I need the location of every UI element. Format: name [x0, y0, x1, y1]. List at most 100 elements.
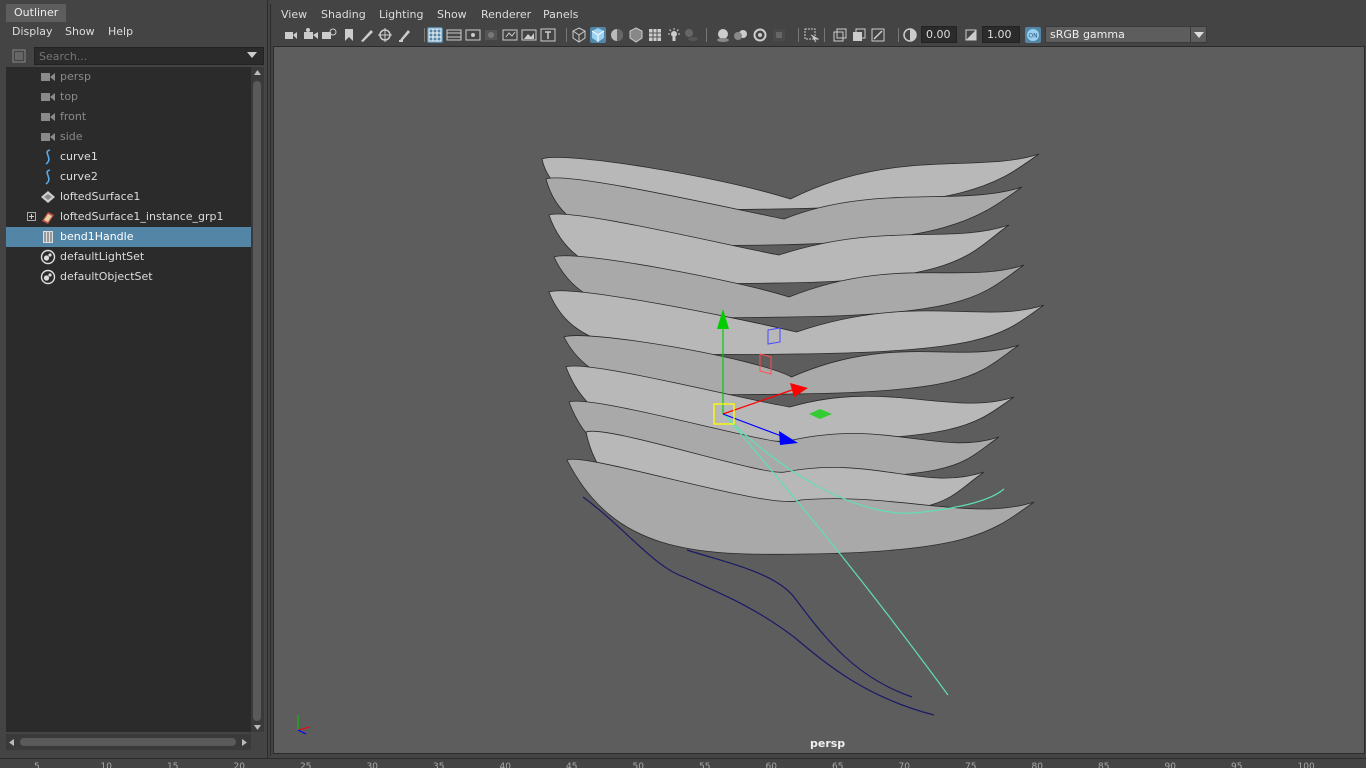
camera-attributes-icon[interactable]	[303, 27, 319, 43]
time-tick-label: 10	[100, 762, 112, 768]
xray-active-icon[interactable]	[851, 27, 867, 43]
gamma-field[interactable]: 1.00	[982, 26, 1020, 43]
group-icon	[40, 209, 56, 225]
scroll-left-icon[interactable]	[8, 738, 16, 747]
menu-show[interactable]: Show	[65, 25, 95, 38]
expand-icon[interactable]	[27, 212, 36, 221]
time-tick-label: 25	[300, 762, 312, 768]
chevron-down-icon[interactable]	[247, 52, 257, 58]
camera-icon	[40, 129, 56, 145]
list-item-label: front	[60, 110, 87, 123]
set-icon	[40, 269, 56, 285]
menu-help[interactable]: Help	[108, 25, 133, 38]
time-tick-label: 45	[566, 762, 578, 768]
lofted-surfaces[interactable]	[541, 153, 1045, 555]
menu-lighting[interactable]: Lighting	[379, 8, 423, 21]
vertical-scrollbar[interactable]	[251, 67, 264, 732]
menu-shading[interactable]: Shading	[321, 8, 366, 21]
time-tick-label: 55	[699, 762, 711, 768]
scrollbar-thumb[interactable]	[253, 81, 261, 721]
list-item[interactable]: top	[6, 87, 251, 107]
time-tick-label: 95	[1231, 762, 1243, 768]
list-item-label: loftedSurface1_instance_grp1	[60, 210, 224, 223]
menu-view[interactable]: View	[281, 8, 307, 21]
list-item[interactable]: side	[6, 127, 251, 147]
scroll-up-icon[interactable]	[253, 69, 262, 77]
list-item[interactable]: front	[6, 107, 251, 127]
bookmarks-icon[interactable]	[321, 27, 337, 43]
xray-joints-icon[interactable]	[870, 27, 886, 43]
list-item-label: side	[60, 130, 83, 143]
grid-icon[interactable]	[427, 27, 443, 43]
scrollbar-thumb[interactable]	[20, 738, 236, 746]
exposure-icon[interactable]	[902, 27, 918, 43]
time-tick-label: 30	[366, 762, 378, 768]
menu-renderer[interactable]: Renderer	[481, 8, 531, 21]
safe-title-icon[interactable]	[540, 27, 556, 43]
wireframe-on-shaded-icon[interactable]	[628, 27, 644, 43]
use-all-lights-icon[interactable]	[666, 27, 682, 43]
search-input[interactable]	[34, 47, 264, 65]
color-space-select[interactable]: sRGB gamma	[1045, 26, 1207, 43]
2d-pan-zoom-icon[interactable]	[377, 27, 393, 43]
time-tick-label: 80	[1031, 762, 1043, 768]
grease-pencil-icon[interactable]	[359, 27, 375, 43]
outliner-tab[interactable]: Outliner	[6, 4, 66, 22]
select-camera-icon[interactable]	[283, 27, 299, 43]
list-item[interactable]: defaultObjectSet	[6, 267, 251, 287]
scene-canvas[interactable]	[274, 47, 1366, 755]
wireframe-icon[interactable]	[571, 27, 587, 43]
color-management-icon[interactable]: ON	[1025, 27, 1041, 43]
list-item[interactable]: loftedSurface1_instance_grp1	[6, 207, 251, 227]
default-material-icon[interactable]	[609, 27, 625, 43]
nurbs-curve-icon	[40, 149, 56, 165]
shadows-icon[interactable]	[683, 27, 699, 43]
image-plane-icon[interactable]	[341, 27, 357, 43]
film-gate-icon[interactable]	[446, 27, 462, 43]
smooth-shade-icon[interactable]	[590, 27, 606, 43]
resolution-gate-icon[interactable]	[465, 27, 481, 43]
screen-space-ao-icon[interactable]	[715, 27, 731, 43]
time-slider[interactable]: 5 10 15 20 25 30 35 40 45 50 55 60 65 70 75 80 85 90 95 100	[0, 758, 1366, 768]
separator-icon	[824, 28, 825, 42]
list-item[interactable]: bend1Handle	[6, 227, 251, 247]
time-tick-label: 15	[167, 762, 179, 768]
list-item-label: bend1Handle	[60, 230, 134, 243]
menu-show[interactable]: Show	[437, 8, 467, 21]
list-item-label: curve1	[60, 150, 98, 163]
separator-icon	[706, 28, 707, 42]
textured-icon[interactable]	[647, 27, 663, 43]
list-item[interactable]: curve1	[6, 147, 251, 167]
3d-viewport[interactable]: persp	[273, 46, 1365, 754]
paint-icon[interactable]	[397, 27, 413, 43]
menu-panels[interactable]: Panels	[543, 8, 578, 21]
scroll-down-icon[interactable]	[253, 723, 262, 731]
list-item[interactable]: curve2	[6, 167, 251, 187]
motion-blur-icon[interactable]	[733, 27, 749, 43]
svg-text:ON: ON	[1028, 33, 1037, 40]
outliner-panel: Outliner Display Show Help persp top fro…	[0, 0, 268, 758]
anti-aliasing-icon[interactable]	[752, 27, 768, 43]
scroll-right-icon[interactable]	[240, 738, 248, 747]
color-space-value: sRGB gamma	[1050, 28, 1125, 41]
safe-action-icon[interactable]	[521, 27, 537, 43]
depth-of-field-icon[interactable]	[771, 27, 787, 43]
field-chart-icon[interactable]	[502, 27, 518, 43]
gate-mask-icon[interactable]	[483, 27, 499, 43]
menu-display[interactable]: Display	[12, 25, 53, 38]
xray-icon[interactable]	[832, 27, 848, 43]
list-item[interactable]: persp	[6, 67, 251, 87]
camera-icon	[40, 89, 56, 105]
axis-indicator	[297, 715, 311, 735]
list-item[interactable]: defaultLightSet	[6, 247, 251, 267]
camera-icon	[40, 109, 56, 125]
filter-icon[interactable]	[11, 48, 27, 64]
time-tick-label: 50	[632, 762, 644, 768]
chevron-down-icon[interactable]	[1190, 27, 1206, 42]
list-item[interactable]: loftedSurface1	[6, 187, 251, 207]
curve1-line-secondary[interactable]	[686, 549, 913, 698]
gamma-icon[interactable]	[963, 27, 979, 43]
set-icon	[40, 249, 56, 265]
exposure-field[interactable]: 0.00	[921, 26, 957, 43]
horizontal-scrollbar[interactable]	[6, 734, 251, 750]
